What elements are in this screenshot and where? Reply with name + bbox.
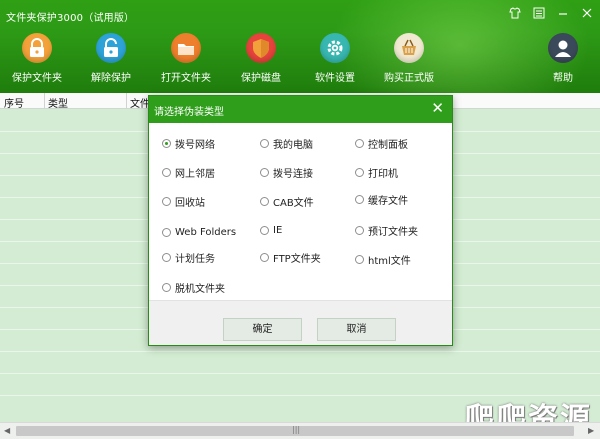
- radio-icon[interactable]: [162, 138, 171, 148]
- buy-full-version-label: 购买正式版: [384, 73, 434, 84]
- close-icon[interactable]: [580, 6, 594, 20]
- open-folder-button[interactable]: 打开文件夹: [150, 33, 222, 89]
- radio-icon[interactable]: [162, 167, 171, 177]
- gear-icon: [320, 33, 350, 63]
- column-header-type[interactable]: 类型: [48, 95, 68, 110]
- open-folder-label: 打开文件夹: [161, 73, 211, 84]
- option-dialup-connection[interactable]: 拨号连接: [260, 165, 313, 180]
- ok-button[interactable]: 确定: [223, 318, 302, 341]
- protect-disk-button[interactable]: 保护磁盘: [225, 33, 297, 89]
- help-button[interactable]: 帮助: [527, 33, 599, 89]
- radio-icon[interactable]: [260, 252, 269, 262]
- option-network-neighborhood[interactable]: 网上邻居: [162, 165, 215, 180]
- radio-icon[interactable]: [162, 227, 171, 237]
- radio-icon[interactable]: [260, 138, 269, 148]
- disguise-type-dialog: 请选择伪装类型 ✕ 拨号网络 网上邻居 回收站 Web Folders 计划任务…: [148, 95, 453, 346]
- lock-icon: [22, 33, 52, 63]
- option-web-folders[interactable]: Web Folders: [162, 225, 236, 239]
- column-header-file[interactable]: 文件: [130, 95, 150, 110]
- radio-icon[interactable]: [162, 252, 171, 262]
- app-header: 文件夹保护3000（试用版） 保护文件夹 解除保护 打开文件夹 保护磁盘 软件设…: [0, 0, 600, 93]
- cancel-button[interactable]: 取消: [317, 318, 396, 341]
- option-offline-folder[interactable]: 脱机文件夹: [162, 280, 225, 295]
- option-ftp-folder[interactable]: FTP文件夹: [260, 250, 321, 265]
- software-settings-label: 软件设置: [315, 73, 355, 84]
- folder-icon: [171, 33, 201, 63]
- dialog-close-icon[interactable]: ✕: [431, 100, 444, 116]
- column-divider[interactable]: [44, 93, 45, 109]
- radio-icon[interactable]: [355, 138, 364, 148]
- dialog-titlebar[interactable]: 请选择伪装类型 ✕: [149, 96, 452, 123]
- shield-icon: [246, 33, 276, 63]
- dialog-title: 请选择伪装类型: [154, 107, 224, 118]
- scroll-right-icon[interactable]: ▶: [588, 426, 594, 435]
- radio-icon[interactable]: [260, 167, 269, 177]
- option-subscribed-folder[interactable]: 预订文件夹: [355, 223, 418, 238]
- grip-icon: |||: [292, 425, 301, 434]
- settings-icon[interactable]: [532, 6, 546, 20]
- column-header-index[interactable]: 序号: [4, 95, 24, 110]
- protect-folder-label: 保护文件夹: [12, 73, 62, 84]
- option-html-file[interactable]: html文件: [355, 252, 411, 267]
- scroll-left-icon[interactable]: ◀: [4, 426, 10, 435]
- radio-icon[interactable]: [355, 194, 364, 204]
- radio-icon[interactable]: [162, 282, 171, 292]
- remove-protection-label: 解除保护: [91, 73, 131, 84]
- horizontal-scrollbar[interactable]: ◀ ||| ▶: [0, 422, 600, 439]
- unlock-icon: [96, 33, 126, 63]
- remove-protection-button[interactable]: 解除保护: [75, 33, 147, 89]
- column-divider[interactable]: [126, 93, 127, 109]
- radio-icon[interactable]: [355, 225, 364, 235]
- help-label: 帮助: [553, 73, 573, 84]
- option-control-panel[interactable]: 控制面板: [355, 136, 408, 151]
- radio-icon[interactable]: [355, 254, 364, 264]
- radio-icon[interactable]: [260, 225, 269, 235]
- option-dialup-network[interactable]: 拨号网络: [162, 136, 215, 151]
- option-recycle-bin[interactable]: 回收站: [162, 194, 205, 209]
- protect-folder-button[interactable]: 保护文件夹: [1, 33, 73, 89]
- dialog-footer: 确定 取消: [149, 300, 452, 345]
- option-scheduled-tasks[interactable]: 计划任务: [162, 250, 215, 265]
- minimize-icon[interactable]: [556, 6, 570, 20]
- option-cache-file[interactable]: 缓存文件: [355, 192, 408, 207]
- software-settings-button[interactable]: 软件设置: [299, 33, 371, 89]
- radio-icon[interactable]: [355, 167, 364, 177]
- table-row-divider: [0, 373, 600, 374]
- table-row-divider: [0, 351, 600, 352]
- skin-icon[interactable]: [508, 6, 522, 20]
- disguise-options: 拨号网络 网上邻居 回收站 Web Folders 计划任务 脱机文件夹 我的电…: [149, 123, 452, 300]
- option-my-computer[interactable]: 我的电脑: [260, 136, 313, 151]
- user-help-icon: [548, 33, 578, 63]
- buy-full-version-button[interactable]: 购买正式版: [373, 33, 445, 89]
- option-cab-file[interactable]: CAB文件: [260, 194, 314, 209]
- radio-icon[interactable]: [162, 196, 171, 206]
- app-title: 文件夹保护3000（试用版）: [6, 13, 135, 24]
- option-ie[interactable]: IE: [260, 223, 282, 237]
- protect-disk-label: 保护磁盘: [241, 73, 281, 84]
- scroll-thumb[interactable]: |||: [16, 425, 574, 436]
- basket-icon: [394, 33, 424, 63]
- window-controls: [508, 6, 594, 20]
- radio-icon[interactable]: [260, 196, 269, 206]
- option-printer[interactable]: 打印机: [355, 165, 398, 180]
